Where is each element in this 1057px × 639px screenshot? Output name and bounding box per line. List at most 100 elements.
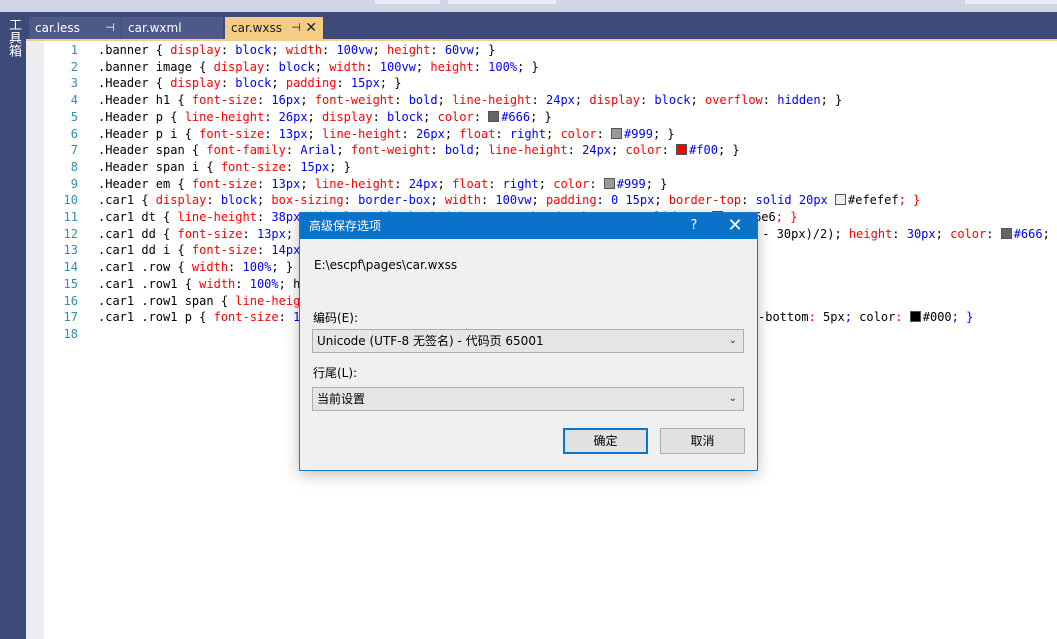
css-property: padding <box>545 193 597 208</box>
css-punctuation: : <box>495 126 510 141</box>
css-punctuation: : <box>343 193 359 208</box>
color-swatch <box>676 144 688 156</box>
css-property: box-sizing <box>271 193 344 208</box>
css-property: width <box>444 193 481 208</box>
pin-icon[interactable]: ⊣ <box>291 17 301 39</box>
css-value: 26px <box>278 109 308 124</box>
css-property: display <box>589 93 640 108</box>
code-line[interactable]: 7 .Header span { font-family: Arial; font… <box>44 142 1057 158</box>
tab-label: car.wxml <box>128 21 182 35</box>
code-line[interactable]: 5 .Header p { line-height: 26px; display:… <box>44 109 1057 125</box>
css-punctuation: ; <box>300 176 315 191</box>
close-dialog-icon[interactable]: ✕ <box>724 213 746 238</box>
css-value: bold <box>408 93 438 108</box>
dialog-title-bar[interactable]: 高级保存选项 ? ✕ <box>300 213 757 239</box>
line-number: 14 <box>63 260 78 275</box>
code-text: .banner image { display: block; width: 1… <box>98 59 539 75</box>
ok-button[interactable]: 确定 <box>563 428 648 454</box>
css-property: color <box>625 143 662 158</box>
code-line[interactable]: 1 .banner { display: block; width: 100vw;… <box>44 42 1057 58</box>
css-value: 38px <box>271 210 301 224</box>
code-text: .car1 .row1 span { line-heigh <box>98 293 308 309</box>
css-punctuation: : <box>336 76 351 91</box>
toolbox-strip[interactable]: 工具箱 <box>0 12 26 639</box>
pin-icon[interactable]: ⊣ <box>105 17 115 39</box>
css-property: float <box>452 176 489 191</box>
code-line[interactable]: 8 .Header span i { font-size: 15px; } <box>44 159 1057 175</box>
css-property: line-height <box>314 176 395 191</box>
css-property: overflow <box>704 93 763 108</box>
color-swatch <box>603 177 615 189</box>
code-text: .banner { display: block; width: 100vw ; … <box>98 42 495 58</box>
css-selector: - 30px)/2); <box>755 226 849 241</box>
css-punctuation: ; <box>437 176 453 191</box>
css-value: 30px <box>906 226 936 241</box>
css-punctuation: : <box>220 43 236 57</box>
css-punctuation: : <box>321 43 337 57</box>
css-value: block <box>220 193 257 208</box>
css-property: height <box>387 43 431 57</box>
code-line[interactable]: 6 .Header p i { font-size: 13px; line-hei… <box>44 126 1057 142</box>
css-punctuation: : <box>986 226 1001 241</box>
code-line[interactable]: 2 .banner image { display: block; width: … <box>44 59 1057 75</box>
encoding-label: 编码(E): <box>313 311 358 325</box>
css-selector: .banner { <box>98 43 171 57</box>
css-value: #999 <box>616 176 646 191</box>
css-property: display <box>170 76 221 91</box>
css-punctuation: ; <box>430 193 445 208</box>
css-value: 24px <box>582 143 612 158</box>
css-property: font-size <box>213 310 279 325</box>
css-punctuation: : <box>365 59 380 74</box>
css-punctuation: : <box>596 126 612 141</box>
css-punctuation: : <box>264 59 279 74</box>
css-punctuation: ; } <box>473 43 496 57</box>
chevron-down-icon[interactable]: ⌄ <box>729 388 737 410</box>
code-line[interactable]: 4 .Header h1 { font-size: 16px; font-weig… <box>44 92 1057 108</box>
css-property: font-size <box>199 126 265 141</box>
css-property: : <box>808 310 824 325</box>
code-line[interactable]: 3 .Header { display: block; padding: 15px… <box>44 75 1057 91</box>
code-text: .Header span { font-family: Arial; font-… <box>98 142 740 158</box>
line-number: 10 <box>63 193 78 208</box>
toolbox-label[interactable]: 工具箱 <box>4 18 22 57</box>
line-number: 4 <box>70 93 78 108</box>
css-value: 26px <box>415 126 445 141</box>
close-tab-icon[interactable]: ✕ <box>305 17 317 39</box>
encoding-select[interactable]: Unicode (UTF-8 无签名) - 代码页 65001 ⌄ <box>312 329 744 353</box>
tab-car-wxml[interactable]: car.wxml <box>122 17 223 39</box>
line-number: 3 <box>70 76 78 91</box>
color-swatch <box>488 110 500 122</box>
tab-label: car.wxss <box>231 21 283 35</box>
line-ending-select[interactable]: 当前设置 ⌄ <box>312 387 744 411</box>
css-property: ; } <box>775 210 798 224</box>
css-selector: .car1 dd i { <box>98 243 192 258</box>
css-punctuation: ; } <box>379 76 402 91</box>
code-line[interactable]: 9 .Header em { font-size: 13px; line-heig… <box>44 176 1057 192</box>
css-property: font-size <box>191 176 257 191</box>
css-property: color <box>950 226 987 241</box>
css-property: ; } <box>898 193 921 208</box>
help-icon[interactable]: ? <box>684 213 704 239</box>
tab-car-less[interactable]: car.less ⊣ <box>29 17 121 39</box>
css-punctuation: : <box>264 126 279 141</box>
css-punctuation: : <box>762 93 778 108</box>
css-selector: .banner image { <box>98 59 214 74</box>
code-line[interactable]: 10 .car1 { display: block; box-sizing: bo… <box>44 192 1057 208</box>
css-property: height <box>848 226 893 241</box>
css-punctuation: ; <box>538 176 554 191</box>
css-value: 100vw <box>336 43 373 57</box>
css-value: block <box>387 109 424 124</box>
css-punctuation: ; <box>546 126 561 141</box>
css-property: font-size <box>177 226 243 241</box>
css-property: font-weight <box>314 93 395 108</box>
code-text: .car1 .row1 { width: 100%; he <box>98 276 308 292</box>
css-punctuation: : <box>220 76 236 91</box>
css-punctuation: ; <box>415 59 431 74</box>
cancel-button[interactable]: 取消 <box>660 428 745 454</box>
css-property: line-height <box>184 109 265 124</box>
css-punctuation: ; } <box>820 93 843 108</box>
line-number: 2 <box>70 59 78 74</box>
chevron-down-icon[interactable]: ⌄ <box>729 330 737 352</box>
tab-car-wxss[interactable]: car.wxss ⊣ ✕ <box>225 17 323 39</box>
css-value: #666 <box>501 109 531 124</box>
